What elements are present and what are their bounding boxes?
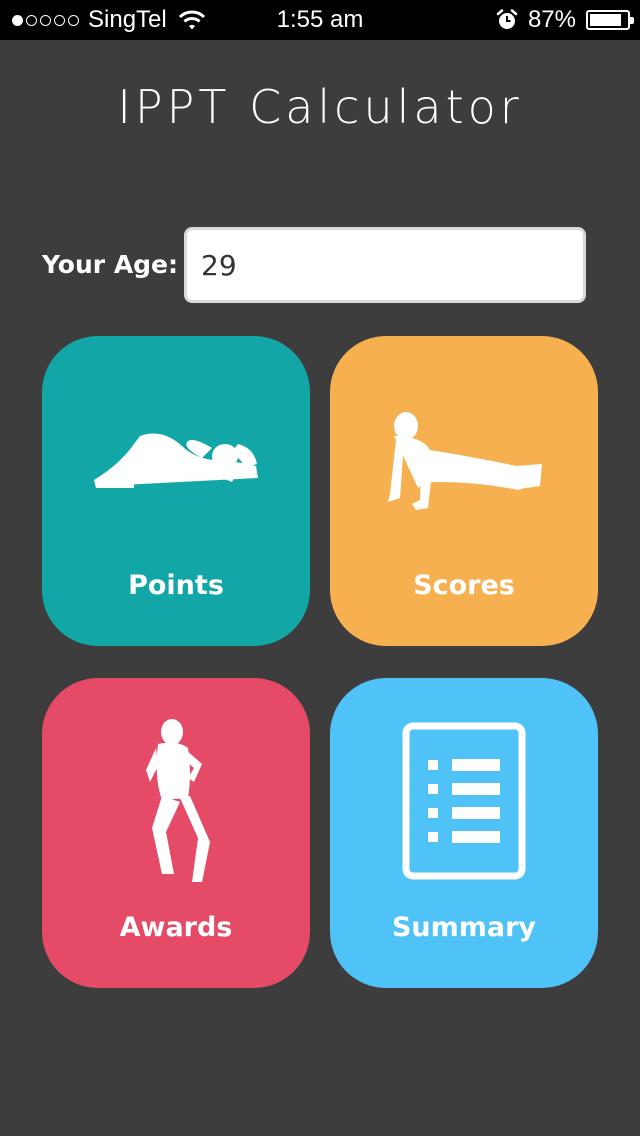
summary-label: Summary <box>391 912 537 943</box>
situp-icon <box>94 433 258 488</box>
alarm-clock-icon <box>496 9 518 29</box>
awards-label: Awards <box>119 912 233 943</box>
points-button[interactable]: Points <box>42 336 310 646</box>
document-list-icon <box>402 722 526 880</box>
page-title: IPPT Calculator <box>117 80 523 134</box>
battery-percent: 87% <box>527 6 576 33</box>
points-label: Points <box>128 570 224 601</box>
summary-button[interactable]: Summary <box>330 678 598 988</box>
scores-label: Scores <box>413 570 515 601</box>
status-bar: SingTel 1:55 am 87% <box>0 0 640 40</box>
scores-button[interactable]: Scores <box>330 336 598 646</box>
awards-button[interactable]: Awards <box>42 678 310 988</box>
battery-tip <box>630 17 634 24</box>
age-label: Your Age: <box>42 250 179 279</box>
runner-icon <box>146 719 210 882</box>
age-input[interactable] <box>184 227 586 303</box>
battery-fill <box>590 14 622 26</box>
battery-icon <box>586 10 634 30</box>
pushup-icon <box>388 412 542 510</box>
status-right: 87% <box>496 6 634 34</box>
